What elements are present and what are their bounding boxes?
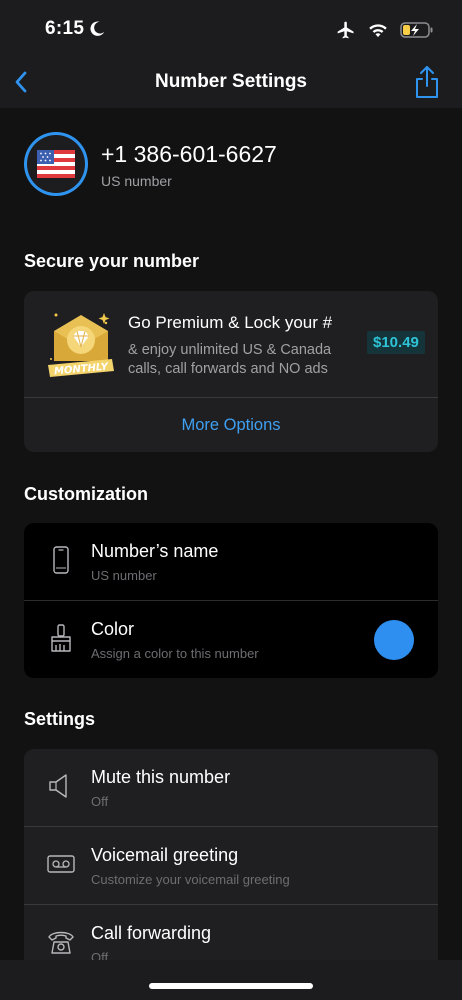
premium-offer[interactable]: MONTHLY Go Premium & Lock your # & enjoy… (24, 291, 438, 397)
section-title-secure: Secure your number (24, 251, 200, 271)
battery-charging-icon (400, 22, 433, 38)
number-name-row[interactable]: Number’s name US number (24, 523, 438, 600)
share-button[interactable] (412, 64, 442, 100)
section-title-settings: Settings (24, 709, 96, 729)
wifi-icon (369, 24, 387, 38)
row-subtitle: Assign a color to this number (91, 646, 259, 661)
us-flag-icon (37, 150, 75, 178)
premium-description: & enjoy unlimited US & Canada calls, cal… (128, 342, 332, 377)
customization-card: Number’s name US number Color Assign a c… (24, 523, 438, 678)
row-title: Call forwarding (91, 923, 212, 943)
home-indicator[interactable] (149, 983, 313, 989)
status-time: 6:15 (45, 18, 85, 39)
avatar (24, 132, 88, 196)
speaker-icon (49, 774, 67, 798)
content-area: +1 386-601-6627 US number Secure your nu… (0, 108, 462, 960)
row-subtitle: Off (91, 794, 109, 809)
status-icons (336, 20, 434, 40)
share-icon (416, 66, 438, 98)
voicemail-greeting-row[interactable]: Voicemail greeting Customize your voicem… (24, 827, 438, 904)
row-title: Color (91, 619, 135, 639)
section-title-customization: Customization (24, 484, 148, 504)
phone-number-type: US number (101, 173, 172, 189)
telephone-icon (48, 931, 74, 954)
moon-icon (90, 21, 105, 36)
more-options-button[interactable]: More Options (24, 398, 438, 452)
call-forwarding-row[interactable]: Call forwarding Off (24, 905, 438, 960)
premium-card: MONTHLY Go Premium & Lock your # & enjoy… (24, 291, 438, 452)
settings-card: Mute this number Off Voicemail greeting … (24, 749, 438, 960)
status-bar: 6:15 (0, 0, 462, 58)
mute-number-row[interactable]: Mute this number Off (24, 749, 438, 826)
bottom-bar (0, 960, 462, 1000)
premium-price-badge[interactable]: $10.49 (367, 331, 425, 354)
row-subtitle: Off (91, 950, 109, 960)
premium-diamond-badge-icon: MONTHLY (48, 313, 114, 377)
row-title: Mute this number (91, 767, 231, 787)
airplane-icon (337, 21, 354, 39)
phone-number: +1 386-601-6627 (101, 141, 277, 167)
navigation-bar: Number Settings (0, 58, 462, 108)
row-subtitle: Customize your voicemail greeting (91, 872, 290, 887)
row-subtitle: US number (91, 568, 157, 583)
voicemail-icon (47, 855, 75, 873)
phone-device-icon (53, 546, 69, 574)
color-row[interactable]: Color Assign a color to this number (24, 601, 438, 678)
page-title: Number Settings (154, 71, 308, 92)
premium-title: Go Premium & Lock your # (128, 313, 333, 332)
row-title: Number’s name (91, 541, 219, 561)
row-title: Voicemail greeting (91, 845, 239, 865)
color-swatch[interactable] (374, 620, 414, 660)
paintbrush-icon (51, 624, 71, 652)
